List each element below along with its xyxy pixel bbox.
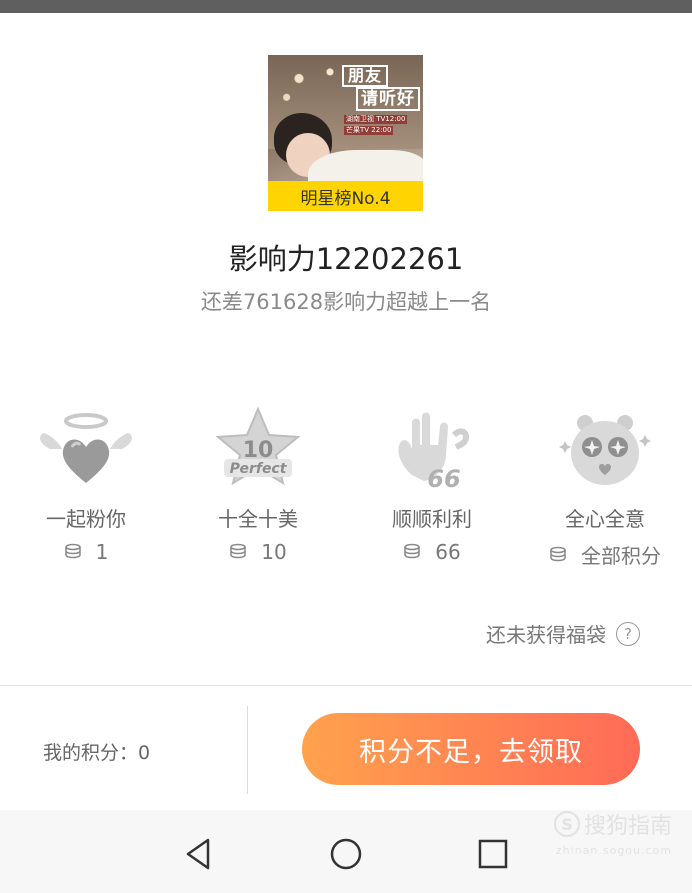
coin-stack-icon <box>230 543 247 559</box>
recents-icon[interactable] <box>473 834 513 874</box>
claim-points-button[interactable]: 积分不足，去领取 <box>302 713 640 785</box>
gift-option-4[interactable]: 全心全意 全部积分 <box>530 405 680 569</box>
gift-option-3[interactable]: 66 顺顺利利 66 <box>357 405 507 564</box>
coin-stack-icon <box>404 543 421 559</box>
poster-logo-line2: 请听好 <box>356 87 420 111</box>
gift-cost-value: 1 <box>95 540 109 564</box>
star-poster[interactable]: 朋友 请听好 湖南卫视 TV12:00 芒果TV 22:00 明星榜No.4 <box>268 55 423 211</box>
status-bar <box>0 0 692 13</box>
sparkle-panda-icon <box>555 405 655 493</box>
back-icon[interactable] <box>178 834 218 874</box>
gift-option-1[interactable]: 一起粉你 1 <box>11 405 161 564</box>
influence-score: 影响力12202261 <box>228 242 464 276</box>
poster-logo-line1: 朋友 <box>342 65 389 87</box>
perfect-10-star-icon: 10 Perfect <box>208 405 308 493</box>
watermark-brand: 搜狗指南 <box>583 814 672 839</box>
gift-cost: 10 <box>183 540 333 564</box>
lucky-bag-status: 还未获得福袋 ? <box>486 619 640 648</box>
gift-name: 十全十美 <box>218 507 298 531</box>
gift-name: 顺顺利利 <box>392 507 472 531</box>
watermark-url: zhinan.sogou.com <box>555 844 672 857</box>
watermark: S 搜狗指南 zhinan.sogou.com <box>553 808 672 857</box>
rank-label: 明星榜No.4 <box>268 181 423 211</box>
coin-stack-icon <box>64 543 81 559</box>
hand-66-icon: 66 <box>382 405 482 493</box>
gift-cost-value: 66 <box>435 540 461 564</box>
gift-cost: 1 <box>11 540 161 564</box>
svg-text:Perfect: Perfect <box>230 461 288 477</box>
footer-vertical-divider <box>247 706 248 794</box>
footer-divider <box>0 685 692 686</box>
poster-airtime-2: 芒果TV 22:00 <box>344 126 394 135</box>
gift-option-2[interactable]: 10 Perfect 十全十美 10 <box>183 405 333 564</box>
help-icon[interactable]: ? <box>616 621 640 646</box>
gift-name: 一起粉你 <box>46 507 126 531</box>
svg-text:66: 66 <box>427 465 460 493</box>
gift-cost: 全部积分 <box>530 540 680 569</box>
poster-airtime-1: 湖南卫视 TV12:00 <box>344 115 408 124</box>
my-points: 我的积分：0 <box>43 742 151 764</box>
heart-with-wings-icon <box>36 405 136 493</box>
sogou-logo-icon: S <box>553 811 580 837</box>
gift-name: 全心全意 <box>565 507 645 531</box>
home-icon[interactable] <box>326 834 366 874</box>
gift-cost-value: 全部积分 <box>581 544 661 568</box>
coin-stack-icon <box>550 546 566 561</box>
lucky-bag-text: 还未获得福袋 <box>486 623 606 647</box>
influence-gap: 还差761628影响力超越上一名 <box>200 290 492 314</box>
gift-cost-value: 10 <box>261 540 287 564</box>
gift-cost: 66 <box>357 540 507 564</box>
